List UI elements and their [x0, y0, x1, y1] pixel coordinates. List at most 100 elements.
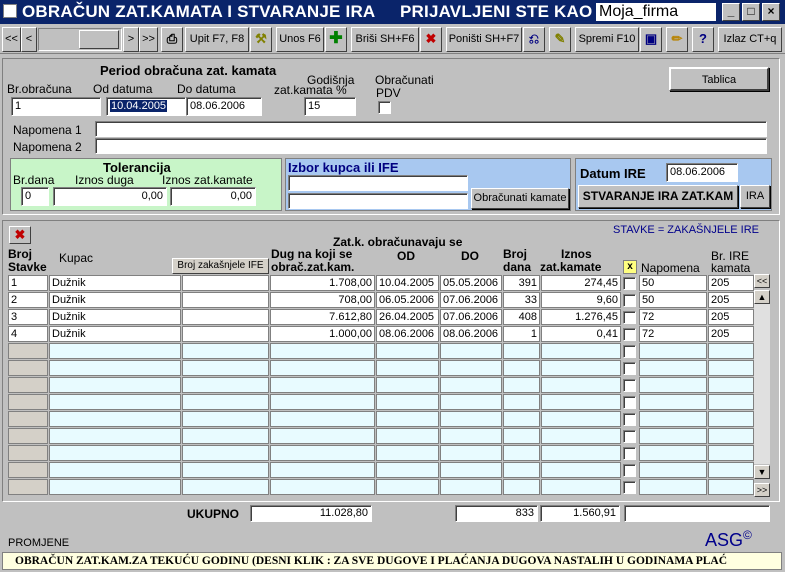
insert-button[interactable]: Unos F6 [276, 27, 324, 52]
napomena-cell[interactable] [639, 445, 707, 461]
row-number-cell[interactable]: 1 [8, 275, 48, 291]
ira-date-field[interactable]: 08.06.2006 [666, 163, 738, 182]
days-cell[interactable] [503, 428, 540, 444]
scroll-track[interactable] [754, 304, 770, 464]
maximize-button[interactable]: □ [742, 3, 760, 21]
od-date-cell[interactable]: 06.05.2006 [376, 292, 439, 308]
napomena-cell[interactable]: 50 [639, 275, 707, 291]
kupac-cell[interactable] [49, 411, 181, 427]
row-checkbox[interactable] [623, 379, 636, 392]
scroll-bottom-button[interactable]: >> [754, 483, 770, 497]
dug-cell[interactable] [270, 377, 375, 393]
napomena-cell[interactable] [639, 343, 707, 359]
interest-cell[interactable]: 274,45 [541, 275, 621, 291]
do-date-cell[interactable]: 08.06.2006 [440, 326, 502, 342]
interest-cell[interactable] [541, 479, 621, 495]
create-ira-button[interactable]: STVARANJE IRA ZAT.KAM [578, 185, 738, 208]
od-date-cell[interactable] [376, 377, 439, 393]
od-date-cell[interactable] [376, 360, 439, 376]
interest-cell[interactable] [541, 428, 621, 444]
napomena-cell[interactable] [639, 394, 707, 410]
edit-icon[interactable]: ✎ [549, 27, 571, 52]
ire-cell[interactable]: 205 [708, 309, 754, 325]
row-checkbox[interactable] [623, 328, 636, 341]
kupac-cell[interactable]: Dužnik [49, 309, 181, 325]
row-number-cell[interactable] [8, 394, 48, 410]
row-checkbox[interactable] [623, 362, 636, 375]
delete-button[interactable]: Briši SH+F6 [351, 27, 419, 52]
days-cell[interactable]: 408 [503, 309, 540, 325]
row-checkbox[interactable] [623, 447, 636, 460]
delete-x-icon[interactable]: ✖ [420, 27, 442, 52]
do-date-cell[interactable] [440, 360, 502, 376]
days-cell[interactable] [503, 343, 540, 359]
ife-cell[interactable] [182, 428, 269, 444]
next-record-button[interactable]: > [123, 27, 139, 52]
ire-cell[interactable] [708, 445, 754, 461]
interest-cell[interactable] [541, 377, 621, 393]
interest-cell[interactable] [541, 445, 621, 461]
interest-cell[interactable]: 0,41 [541, 326, 621, 342]
days-cell[interactable]: 1 [503, 326, 540, 342]
row-number-cell[interactable]: 3 [8, 309, 48, 325]
row-checkbox[interactable] [623, 464, 636, 477]
interest-cell[interactable]: 1.276,45 [541, 309, 621, 325]
napomena2-field[interactable] [95, 138, 767, 154]
napomena-cell[interactable] [639, 479, 707, 495]
dug-cell[interactable] [270, 428, 375, 444]
row-number-cell[interactable]: 2 [8, 292, 48, 308]
query-button[interactable]: Upit F7, F8 [185, 27, 249, 52]
undo-icon[interactable]: ⎌ [523, 27, 545, 52]
kupac-cell[interactable] [49, 445, 181, 461]
header-ife-button[interactable]: Broj zakašnjele IFE [172, 258, 269, 274]
od-date-cell[interactable] [376, 394, 439, 410]
od-date-cell[interactable] [376, 479, 439, 495]
interest-cell[interactable]: 9,60 [541, 292, 621, 308]
od-date-cell[interactable] [376, 411, 439, 427]
od-date-cell[interactable] [376, 445, 439, 461]
napomena-cell[interactable] [639, 377, 707, 393]
row-checkbox[interactable] [623, 277, 636, 290]
ire-cell[interactable] [708, 394, 754, 410]
days-cell[interactable] [503, 377, 540, 393]
kupac-cell[interactable] [49, 479, 181, 495]
dug-cell[interactable] [270, 479, 375, 495]
row-checkbox[interactable] [623, 345, 636, 358]
ife-cell[interactable] [182, 275, 269, 291]
tolerance-days-field[interactable]: 0 [21, 187, 49, 206]
delete-row-icon[interactable]: ✖ [9, 226, 31, 244]
first-record-button[interactable]: << [2, 27, 21, 52]
od-date-cell[interactable]: 08.06.2006 [376, 326, 439, 342]
napomena-cell[interactable] [639, 462, 707, 478]
row-checkbox[interactable] [623, 311, 636, 324]
query-icon[interactable]: ⚒ [250, 27, 272, 52]
ife-cell[interactable] [182, 326, 269, 342]
close-button[interactable]: × [762, 3, 780, 21]
plus-icon[interactable]: ✚ [325, 27, 347, 52]
dug-cell[interactable] [270, 360, 375, 376]
calculate-interest-button[interactable]: Obračunati kamate [471, 188, 569, 209]
do-date-cell[interactable] [440, 394, 502, 410]
kupac-cell[interactable] [49, 394, 181, 410]
od-date-cell[interactable] [376, 462, 439, 478]
record-scroll[interactable] [38, 28, 122, 51]
napomena-cell[interactable]: 72 [639, 326, 707, 342]
do-date-cell[interactable]: 05.05.2006 [440, 275, 502, 291]
last-record-button[interactable]: >> [139, 27, 158, 52]
interest-cell[interactable] [541, 462, 621, 478]
napomena-cell[interactable] [639, 428, 707, 444]
row-checkbox[interactable] [623, 396, 636, 409]
ire-cell[interactable]: 205 [708, 275, 754, 291]
days-cell[interactable] [503, 479, 540, 495]
od-date-cell[interactable]: 26.04.2005 [376, 309, 439, 325]
kupac-cell[interactable]: Dužnik [49, 275, 181, 291]
kupac-cell[interactable] [49, 343, 181, 359]
napomena-cell[interactable]: 72 [639, 309, 707, 325]
dug-cell[interactable]: 1.708,00 [270, 275, 375, 291]
ife-cell[interactable] [182, 343, 269, 359]
customer-field-2[interactable] [288, 193, 468, 209]
printer-icon[interactable]: ⎙ [161, 27, 183, 52]
save-button[interactable]: Spremi F10 [575, 27, 639, 52]
do-date-cell[interactable]: 07.06.2006 [440, 309, 502, 325]
ife-cell[interactable] [182, 445, 269, 461]
